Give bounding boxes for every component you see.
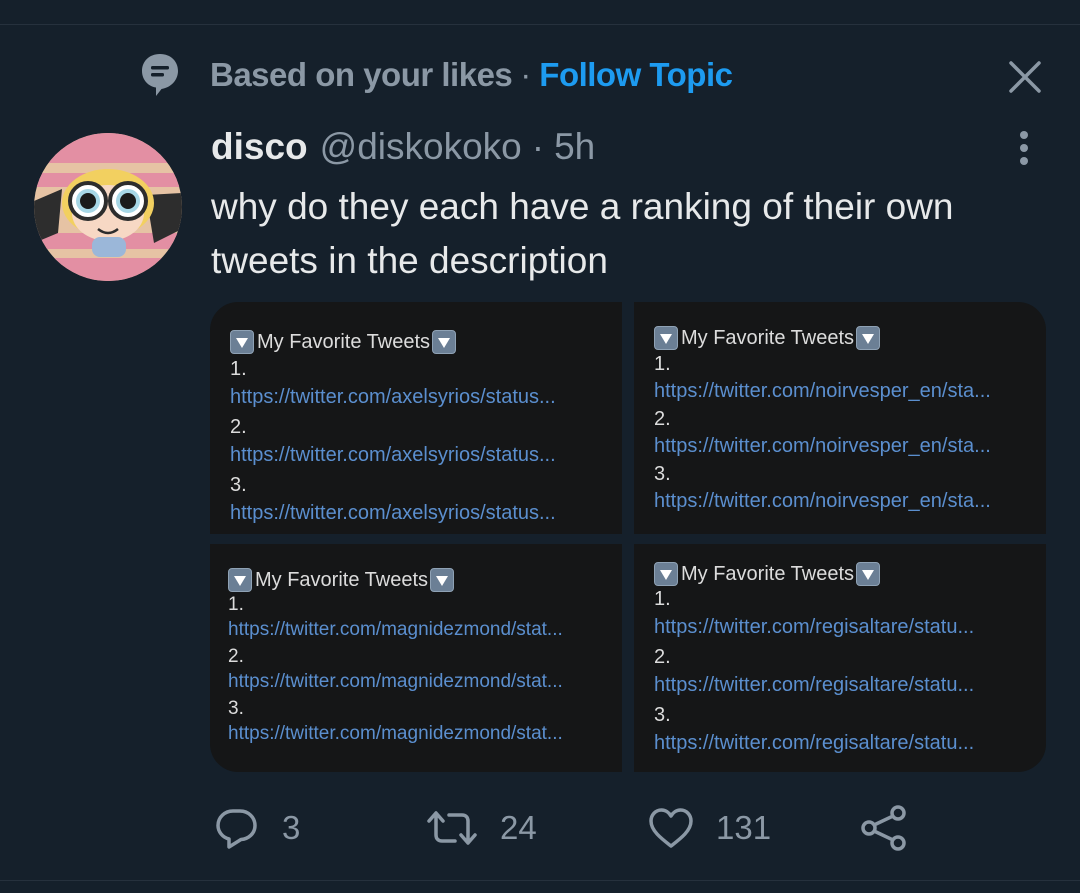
follow-topic-link[interactable]: Follow Topic (539, 56, 733, 94)
down-arrow-icon (230, 330, 254, 354)
more-options-icon[interactable] (1004, 128, 1044, 168)
down-arrow-icon (228, 568, 252, 592)
retweet-icon (427, 811, 477, 845)
reply-button[interactable]: 3 (214, 804, 300, 852)
context-separator: · (520, 56, 532, 93)
list-number: 2. (230, 416, 247, 438)
tweet-link: https://twitter.com/regisaltare/statu... (654, 674, 975, 696)
list-number: 2. (654, 408, 671, 430)
like-count: 131 (716, 809, 772, 846)
list-number: 1. (230, 358, 247, 380)
reply-icon (216, 809, 257, 849)
down-arrow-icon (856, 326, 881, 350)
tweet-link: https://twitter.com/regisaltare/statu... (654, 616, 975, 638)
tweet-link: https://twitter.com/noirvesper_en/sta... (654, 490, 991, 512)
tweet-link: https://twitter.com/axelsyrios/status... (230, 502, 556, 524)
list-number: 3. (654, 463, 671, 485)
list-number: 3. (228, 698, 244, 719)
user-handle[interactable]: @diskokoko (320, 126, 522, 168)
avatar-image (34, 133, 182, 281)
close-icon[interactable] (1006, 58, 1044, 96)
tweet-link: https://twitter.com/noirvesper_en/sta... (654, 435, 991, 457)
list-number: 2. (654, 646, 671, 668)
cell-title-text: My Favorite Tweets (681, 326, 855, 349)
heart-icon (649, 808, 693, 848)
down-arrow-icon (432, 330, 457, 354)
list-number: 3. (654, 704, 671, 726)
tweet-link: https://twitter.com/magnidezmond/stat... (228, 723, 563, 744)
avatar[interactable] (34, 133, 182, 281)
list-number: 1. (228, 594, 244, 615)
media-image-2[interactable]: My Favorite Tweets 1. https://twitter.co… (634, 302, 1046, 534)
down-arrow-icon (856, 562, 881, 586)
cell-title: My Favorite Tweets (230, 328, 622, 356)
tweet-link: https://twitter.com/noirvesper_en/sta... (654, 380, 991, 402)
header-separator: · (531, 126, 545, 167)
tweet-link: https://twitter.com/regisaltare/statu... (654, 732, 975, 754)
down-arrow-icon (654, 326, 678, 350)
media-image-4[interactable]: My Favorite Tweets 1. https://twitter.co… (634, 544, 1046, 772)
display-name[interactable]: disco (211, 126, 308, 168)
tweet-timestamp[interactable]: 5h (554, 126, 595, 168)
list-number: 1. (654, 353, 671, 375)
media-image-1[interactable]: My Favorite Tweets 1. https://twitter.co… (210, 302, 622, 534)
cell-title: My Favorite Tweets (654, 324, 1046, 352)
context-label: Based on your likes (210, 56, 513, 93)
cell-title: My Favorite Tweets (228, 566, 622, 594)
like-button[interactable]: 131 (648, 804, 771, 852)
topic-icon (142, 54, 178, 96)
tweet-frame: Based on your likes · Follow Topic disco… (0, 0, 1080, 893)
down-arrow-icon (430, 568, 455, 592)
share-icon (861, 805, 906, 851)
context-row: Based on your likes · Follow Topic (140, 52, 733, 98)
cell-title-text: My Favorite Tweets (257, 330, 431, 353)
list-number: 1. (654, 588, 671, 610)
down-arrow-icon (654, 562, 678, 586)
list-number: 3. (230, 474, 247, 496)
bottom-divider (0, 880, 1080, 881)
retweet-button[interactable]: 24 (426, 804, 537, 852)
tweet-link: https://twitter.com/magnidezmond/stat... (228, 619, 563, 640)
tweet-link: https://twitter.com/axelsyrios/status... (230, 386, 556, 408)
cell-title: My Favorite Tweets (654, 560, 1046, 588)
list-number: 2. (228, 646, 244, 667)
media-image-3[interactable]: My Favorite Tweets 1. https://twitter.co… (210, 544, 622, 772)
share-button[interactable] (860, 804, 908, 852)
media-grid[interactable]: My Favorite Tweets 1. https://twitter.co… (210, 302, 1046, 772)
top-divider (0, 24, 1080, 25)
tweet-link: https://twitter.com/magnidezmond/stat... (228, 671, 563, 692)
tweet-text: why do they each have a ranking of their… (211, 186, 954, 281)
cell-title-text: My Favorite Tweets (681, 562, 855, 585)
tweet-link: https://twitter.com/axelsyrios/status... (230, 444, 556, 466)
cell-title-text: My Favorite Tweets (255, 568, 429, 591)
reply-count: 3 (282, 809, 301, 846)
retweet-count: 24 (500, 809, 537, 846)
tweet-header: disco @diskokoko · 5h (211, 126, 595, 172)
